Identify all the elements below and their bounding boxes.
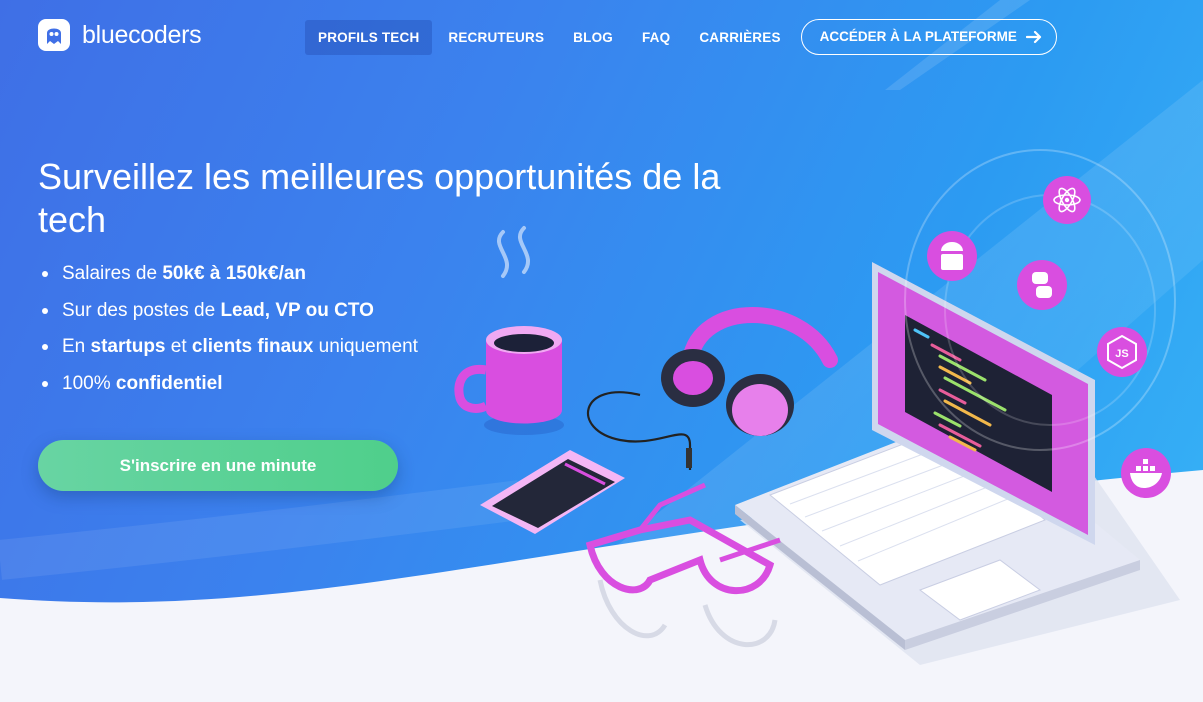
benefit-companies: En startups et clients finaux uniquement — [40, 335, 418, 359]
brand-logo[interactable]: bluecoders — [38, 19, 202, 51]
benefits-list: Salaires de 50k€ à 150k€/an Sur des post… — [40, 262, 418, 408]
nav-profils-tech[interactable]: PROFILS TECH — [305, 19, 433, 55]
benefit-salary: Salaires de 50k€ à 150k€/an — [40, 262, 418, 286]
signup-button[interactable]: S'inscrire en une minute — [38, 440, 398, 491]
benefit-positions: Sur des postes de Lead, VP ou CTO — [40, 299, 418, 323]
mug — [454, 226, 564, 435]
nodejs-icon: JS — [1097, 327, 1147, 377]
svg-text:JS: JS — [1115, 348, 1128, 360]
benefit-confidential: 100% confidentiel — [40, 372, 418, 396]
nav-blog[interactable]: BLOG — [560, 20, 626, 55]
nav-faq[interactable]: FAQ — [629, 20, 683, 55]
platform-access-button[interactable]: ACCÉDER À LA PLATEFORME — [800, 19, 1057, 55]
nav-carrieres[interactable]: CARRIÈRES — [686, 20, 793, 55]
main-nav: PROFILS TECH RECRUTEURS BLOG FAQ CARRIÈR… — [305, 19, 1057, 55]
headphones — [587, 307, 838, 470]
platform-access-label: ACCÉDER À LA PLATEFORME — [819, 29, 1017, 44]
hero-headline: Surveillez les meilleures opportunités d… — [38, 156, 721, 240]
android-icon — [927, 231, 977, 281]
arrow-right-icon — [1025, 30, 1042, 44]
brand-name: bluecoders — [82, 20, 202, 49]
docker-icon — [1121, 448, 1171, 498]
phone — [480, 450, 625, 534]
react-icon — [1043, 176, 1091, 224]
hero-section: JS bluecoders PROFILS TECH RECRUTEURS BL… — [0, 0, 1203, 702]
ghost-logo-icon — [38, 19, 70, 51]
nav-recruteurs[interactable]: RECRUTEURS — [435, 20, 557, 55]
python-icon — [1017, 260, 1067, 310]
